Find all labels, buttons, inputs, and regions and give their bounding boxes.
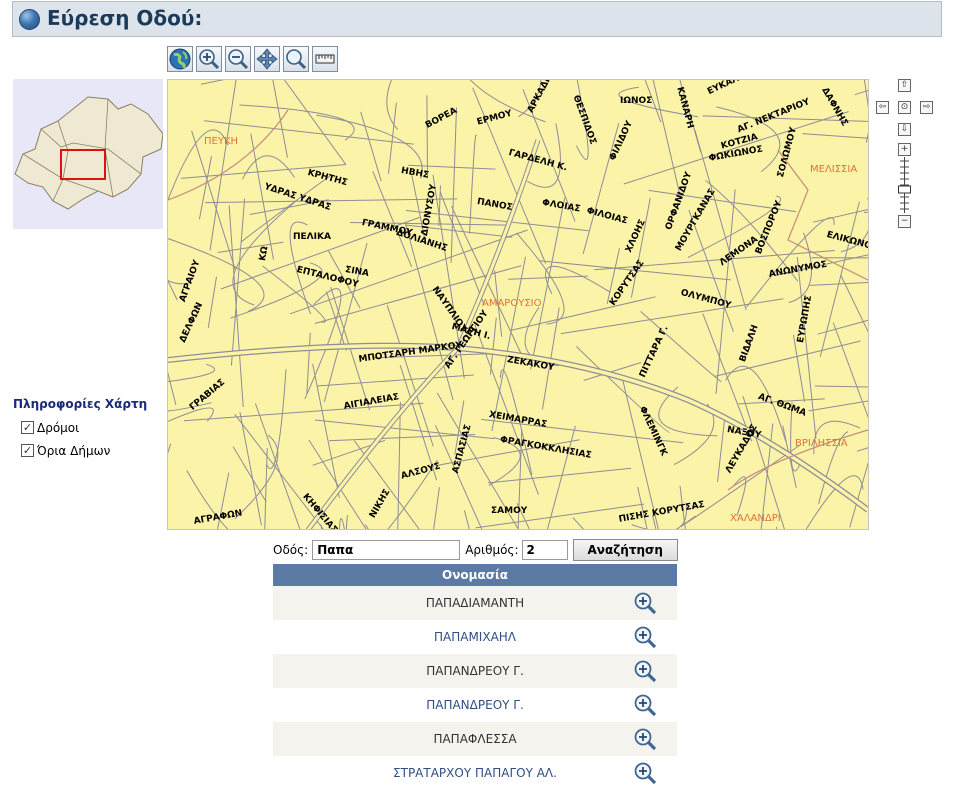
area-label: ΧΑΛΑΝΔΡΙ bbox=[730, 513, 781, 524]
zoom-to-icon[interactable] bbox=[633, 659, 657, 683]
zoom-out-icon bbox=[228, 49, 249, 70]
globe-icon bbox=[19, 9, 40, 30]
zoom-to-icon[interactable] bbox=[633, 625, 657, 649]
page-header: Εύρεση Οδού: bbox=[12, 1, 942, 37]
layer-boundaries-label: Όρια Δήμων bbox=[37, 443, 111, 458]
area-label: ΜΕΛΙΣΣΙΑ bbox=[810, 164, 858, 175]
zoom-slider-track bbox=[898, 157, 911, 213]
measure-button[interactable] bbox=[312, 46, 338, 72]
zoom-out-icon[interactable]: − bbox=[898, 215, 911, 228]
street-label: Οδός: bbox=[273, 543, 309, 557]
table-row[interactable]: ΠΑΠΑΝΔΡΕΟΥ Γ. bbox=[273, 654, 677, 688]
boundaries-checkbox[interactable]: ✓ bbox=[21, 444, 34, 457]
map-info-panel: Πληροφορίες Χάρτη ✓ Δρόμοι ✓ Όρια Δήμων bbox=[13, 397, 147, 462]
street-name: ΠΑΠΑΦΛΕΣΣΑ bbox=[433, 732, 517, 746]
area-label: ΑΜΑΡΟΥΣΙΟ bbox=[482, 298, 542, 309]
street-name: ΠΑΠΑΔΙΑΜΑΝΤΗ bbox=[425, 596, 525, 610]
zoom-slider[interactable] bbox=[898, 157, 911, 213]
zoom-to-icon[interactable] bbox=[633, 591, 657, 615]
zoom-out-button[interactable] bbox=[225, 46, 251, 72]
results-header: Ονομασία bbox=[273, 564, 677, 586]
magnifier-icon bbox=[286, 49, 307, 70]
table-row[interactable]: ΠΑΠΑΝΔΡΕΟΥ Γ. bbox=[273, 688, 677, 722]
pan-icon bbox=[256, 48, 278, 70]
zoom-to-icon[interactable] bbox=[633, 761, 657, 785]
layer-boundaries[interactable]: ✓ Όρια Δήμων bbox=[21, 439, 147, 462]
overview-map-shape bbox=[14, 96, 164, 210]
street-name: ΠΑΠΑΜΙΧΑΗΛ bbox=[433, 630, 517, 644]
full-extent-button[interactable] bbox=[167, 46, 193, 72]
pan-down-icon[interactable]: ⇩ bbox=[898, 123, 911, 136]
zoom-to-icon[interactable] bbox=[633, 727, 657, 751]
table-row[interactable]: ΠΑΠΑΜΙΧΑΗΛ bbox=[273, 620, 677, 654]
map-view[interactable]: ΒΟΡΕΑΕΡΜΟΥΑΡΚΑΔΙΟΥΘΕΣΠΙΔΟΣΙΩΝΟΣΚΑΝΑΡΗΕΥΚ… bbox=[167, 79, 869, 530]
pan-button[interactable] bbox=[254, 46, 280, 72]
street-input[interactable] bbox=[312, 540, 461, 560]
center-icon[interactable]: ⊙ bbox=[898, 101, 911, 114]
zoom-to-icon[interactable] bbox=[633, 693, 657, 717]
area-label: ΠΕΥΚΗ bbox=[204, 136, 239, 147]
search-form: Οδός: Αριθμός: Αναζήτηση bbox=[273, 538, 678, 562]
number-label: Αριθμός: bbox=[465, 543, 519, 557]
ruler-icon bbox=[315, 54, 335, 64]
zoom-window-button[interactable] bbox=[283, 46, 309, 72]
globe-icon bbox=[169, 48, 191, 70]
results-table: Ονομασία ΠΑΠΑΔΙΑΜΑΝΤΗ ΠΑΠΑΜΙΧΑΗΛ ΠΑΠΑΝΔΡΕΟ… bbox=[273, 564, 677, 790]
pan-right-icon[interactable]: ⇨ bbox=[920, 101, 933, 114]
roads-checkbox[interactable]: ✓ bbox=[21, 421, 34, 434]
street-label: ΣΑΜΟΥ bbox=[491, 506, 528, 516]
pan-up-icon[interactable]: ⇧ bbox=[898, 79, 911, 92]
search-button[interactable]: Αναζήτηση bbox=[572, 539, 678, 561]
table-row[interactable]: ΠΑΠΑΦΛΕΣΣΑ bbox=[273, 722, 677, 756]
layer-roads[interactable]: ✓ Δρόμοι bbox=[21, 416, 147, 439]
area-label: ΒΡΙΛΗΣΣΙΑ bbox=[795, 438, 848, 449]
layer-roads-label: Δρόμοι bbox=[37, 420, 80, 435]
zoom-in-icon[interactable]: + bbox=[898, 143, 911, 156]
number-input[interactable] bbox=[521, 540, 568, 560]
page-title: Εύρεση Οδού: bbox=[47, 6, 203, 30]
street-label: ΠΕΛΙΚΑ bbox=[293, 232, 331, 242]
zoom-in-icon bbox=[199, 49, 220, 70]
map-info-title: Πληροφορίες Χάρτη bbox=[13, 397, 148, 411]
zoom-in-button[interactable] bbox=[196, 46, 222, 72]
street-name: ΠΑΠΑΝΔΡΕΟΥ Γ. bbox=[426, 664, 524, 678]
overview-map[interactable] bbox=[13, 79, 164, 229]
street-name: ΠΑΠΑΝΔΡΕΟΥ Γ. bbox=[426, 698, 524, 712]
table-row[interactable]: ΣΤΡΑΤΑΡΧΟΥ ΠΑΠΑΓΟΥ ΑΛ. bbox=[273, 756, 677, 790]
street-name: ΣΤΡΑΤΑΡΧΟΥ ΠΑΠΑΓΟΥ ΑΛ. bbox=[393, 766, 557, 780]
map-toolbar bbox=[167, 46, 338, 72]
pan-left-icon[interactable]: ⇦ bbox=[876, 101, 889, 114]
table-row[interactable]: ΠΑΠΑΔΙΑΜΑΝΤΗ bbox=[273, 586, 677, 620]
street-label: ΙΩΝΟΣ bbox=[620, 96, 653, 106]
